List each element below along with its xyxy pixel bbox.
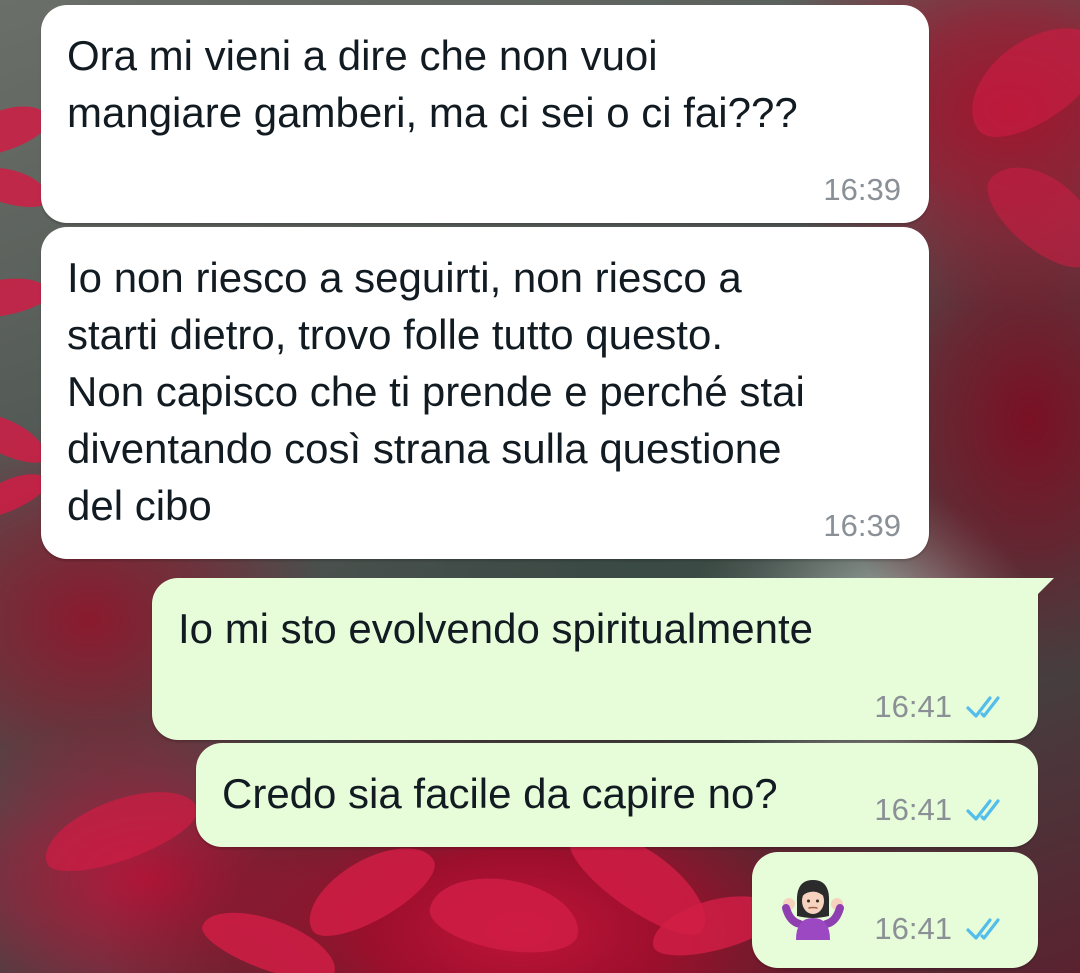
message-time: 16:41 <box>874 911 952 946</box>
double-check-icon <box>966 918 1000 940</box>
message-time: 16:39 <box>823 172 901 207</box>
message-bubble-incoming[interactable]: Ora mi vieni a dire che non vuoi mangiar… <box>41 5 929 223</box>
double-check-icon <box>966 696 1000 718</box>
message-meta: 16:41 <box>874 912 1010 946</box>
message-meta: 16:39 <box>823 509 901 543</box>
person-shrugging-emoji <box>782 880 844 940</box>
bubble-tail <box>1032 578 1054 600</box>
message-bubble-incoming[interactable]: Io non riesco a seguirti, non riesco a s… <box>41 227 929 559</box>
message-text: Ora mi vieni a dire che non vuoi mangiar… <box>67 32 798 136</box>
message-text: Io mi sto evolvendo spiritualmente <box>178 605 813 652</box>
message-bubble-outgoing[interactable]: 16:41 <box>752 852 1038 968</box>
message-meta: 16:41 <box>874 690 1010 724</box>
message-time: 16:39 <box>823 508 901 543</box>
double-check-icon <box>966 799 1000 821</box>
message-time: 16:41 <box>874 689 952 724</box>
message-bubble-outgoing[interactable]: Credo sia facile da capire no? 16:41 <box>196 743 1038 847</box>
message-time: 16:41 <box>874 792 952 827</box>
message-text: Io non riesco a seguirti, non riesco a s… <box>67 254 805 529</box>
message-bubble-outgoing[interactable]: Io mi sto evolvendo spiritualmente 16:41 <box>152 578 1054 740</box>
message-meta: 16:41 <box>874 793 1010 827</box>
chat-conversation[interactable]: Ora mi vieni a dire che non vuoi mangiar… <box>0 0 1080 973</box>
message-meta: 16:39 <box>823 173 901 207</box>
